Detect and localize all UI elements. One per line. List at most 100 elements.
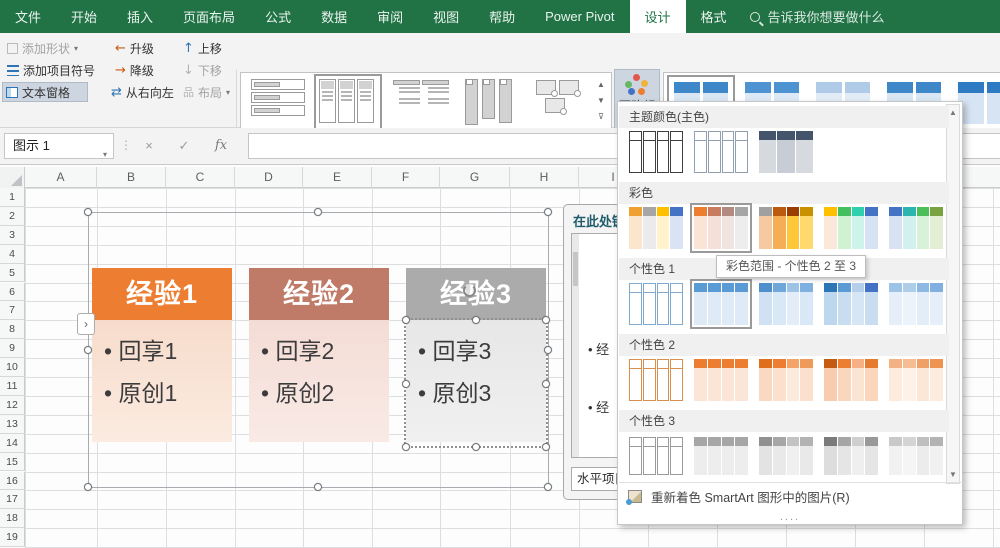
color-swatch-selected[interactable] — [693, 282, 749, 326]
move-up-button[interactable]: ↑ 上移 — [180, 38, 225, 58]
layout-option-vertical-block-list[interactable] — [461, 77, 523, 127]
insert-function-button[interactable]: fx — [207, 133, 235, 159]
row-header-18[interactable]: 18 — [0, 509, 25, 528]
add-bullet-button[interactable]: 添加项目符号 — [4, 60, 114, 80]
tab-Power Pivot[interactable]: Power Pivot — [530, 0, 629, 33]
promote-button[interactable]: ← 升级 — [112, 38, 157, 58]
search-icon — [750, 12, 760, 22]
layout-gallery-scroll[interactable]: ▲▼⊽ — [594, 77, 608, 125]
row-header-19[interactable]: 19 — [0, 528, 25, 547]
layout-option-horizontal-bullet-list[interactable] — [317, 77, 379, 127]
color-swatch[interactable] — [628, 282, 684, 326]
column-header-C[interactable]: C — [166, 167, 235, 188]
name-box-dropdown-icon[interactable]: ▾ — [103, 143, 107, 167]
menu-resize-grip[interactable]: .... — [618, 511, 962, 524]
right-to-left-button[interactable]: ⇄ 从右向左 — [108, 82, 177, 102]
column-header-A[interactable]: A — [25, 167, 97, 188]
swatch-column — [694, 359, 707, 401]
color-swatch[interactable] — [628, 436, 684, 476]
tab-审阅[interactable]: 审阅 — [362, 0, 418, 33]
layout-button[interactable]: 品 布局▾ — [180, 82, 233, 102]
right-arrow-icon: → — [115, 64, 126, 77]
color-swatch[interactable] — [693, 358, 749, 402]
add-shape-button[interactable]: 添加形状▾ — [4, 38, 104, 58]
color-swatch[interactable] — [758, 206, 814, 250]
color-swatch[interactable] — [888, 358, 944, 402]
layout-option-vertical-box-list[interactable] — [247, 77, 309, 127]
color-swatch[interactable] — [628, 206, 684, 250]
row-header-6[interactable]: 6 — [0, 283, 25, 302]
text-pane-scrollbar[interactable] — [572, 234, 579, 457]
color-swatch[interactable] — [888, 206, 944, 250]
tab-视图[interactable]: 视图 — [418, 0, 474, 33]
tab-页面布局[interactable]: 页面布局 — [168, 0, 250, 33]
tab-格式[interactable]: 格式 — [686, 0, 742, 33]
row-header-7[interactable]: 7 — [0, 301, 25, 320]
row-header-4[interactable]: 4 — [0, 245, 25, 264]
row-header-10[interactable]: 10 — [0, 358, 25, 377]
move-down-button[interactable]: ↓ 下移 — [180, 60, 225, 80]
swatch-column — [903, 359, 916, 401]
cancel-button[interactable]: × — [135, 133, 163, 159]
color-swatch[interactable] — [823, 358, 879, 402]
tab-插入[interactable]: 插入 — [112, 0, 168, 33]
tab-公式[interactable]: 公式 — [250, 0, 306, 33]
ribbon-tab-bar: 文件开始插入页面布局公式数据审阅视图帮助Power Pivot设计格式 告诉我你… — [0, 0, 1000, 33]
color-swatch[interactable] — [758, 282, 814, 326]
row-header-16[interactable]: 16 — [0, 472, 25, 491]
gridline — [25, 188, 26, 547]
column-header-G[interactable]: G — [440, 167, 510, 188]
color-swatch[interactable] — [758, 436, 814, 476]
column-header-D[interactable]: D — [235, 167, 303, 188]
swatch-outline-column — [657, 283, 670, 325]
tab-开始[interactable]: 开始 — [56, 0, 112, 33]
color-swatch[interactable] — [693, 436, 749, 476]
tab-帮助[interactable]: 帮助 — [474, 0, 530, 33]
color-dot — [633, 74, 640, 81]
row-header-12[interactable]: 12 — [0, 396, 25, 415]
recolor-pictures-item[interactable]: 重新着色 SmartArt 图形中的图片(R) — [619, 482, 963, 510]
color-swatch[interactable] — [888, 436, 944, 476]
color-swatch[interactable] — [888, 282, 944, 326]
color-swatch[interactable] — [823, 436, 879, 476]
row-header-8[interactable]: 8 — [0, 320, 25, 339]
row-header-2[interactable]: 2 — [0, 207, 25, 226]
color-swatch[interactable] — [758, 130, 814, 174]
layout-option-stacked-list[interactable] — [391, 77, 453, 127]
tab-文件[interactable]: 文件 — [0, 0, 56, 33]
swatch-column — [787, 207, 800, 249]
swatch-column — [759, 131, 776, 173]
column-header-F[interactable]: F — [372, 167, 440, 188]
demote-button[interactable]: → 降级 — [112, 60, 157, 80]
enter-button[interactable]: ✓ — [170, 133, 198, 159]
color-swatch[interactable] — [823, 282, 879, 326]
row-header-3[interactable]: 3 — [0, 226, 25, 245]
row-header-17[interactable]: 17 — [0, 490, 25, 509]
color-swatch-hovered[interactable] — [693, 206, 749, 250]
swatch-outline-column — [657, 359, 670, 401]
tab-设计[interactable]: 设计 — [630, 0, 686, 33]
tab-数据[interactable]: 数据 — [306, 0, 362, 33]
name-box[interactable]: 图示 1 ▾ — [4, 133, 114, 159]
row-header-1[interactable]: 1 — [0, 188, 25, 207]
layout-option-picture-list[interactable] — [533, 77, 595, 127]
column-header-H[interactable]: H — [510, 167, 579, 188]
tell-me-search[interactable]: 告诉我你想要做什么 — [750, 0, 885, 33]
swatch-column — [824, 207, 837, 249]
color-swatch[interactable] — [693, 130, 749, 174]
row-header-9[interactable]: 9 — [0, 339, 25, 358]
row-header-11[interactable]: 11 — [0, 377, 25, 396]
row-header-5[interactable]: 5 — [0, 264, 25, 283]
row-header-15[interactable]: 15 — [0, 453, 25, 472]
column-header-B[interactable]: B — [97, 167, 166, 188]
color-swatch[interactable] — [758, 358, 814, 402]
color-swatch[interactable] — [628, 358, 684, 402]
column-header-E[interactable]: E — [303, 167, 372, 188]
row-header-13[interactable]: 13 — [0, 415, 25, 434]
text-pane-button[interactable]: 文本窗格 — [2, 82, 88, 102]
scroll-down-icon[interactable]: ▼ — [947, 467, 959, 483]
color-swatch[interactable] — [823, 206, 879, 250]
color-swatch[interactable] — [628, 130, 684, 174]
select-all-corner[interactable] — [0, 167, 25, 188]
row-header-14[interactable]: 14 — [0, 434, 25, 453]
